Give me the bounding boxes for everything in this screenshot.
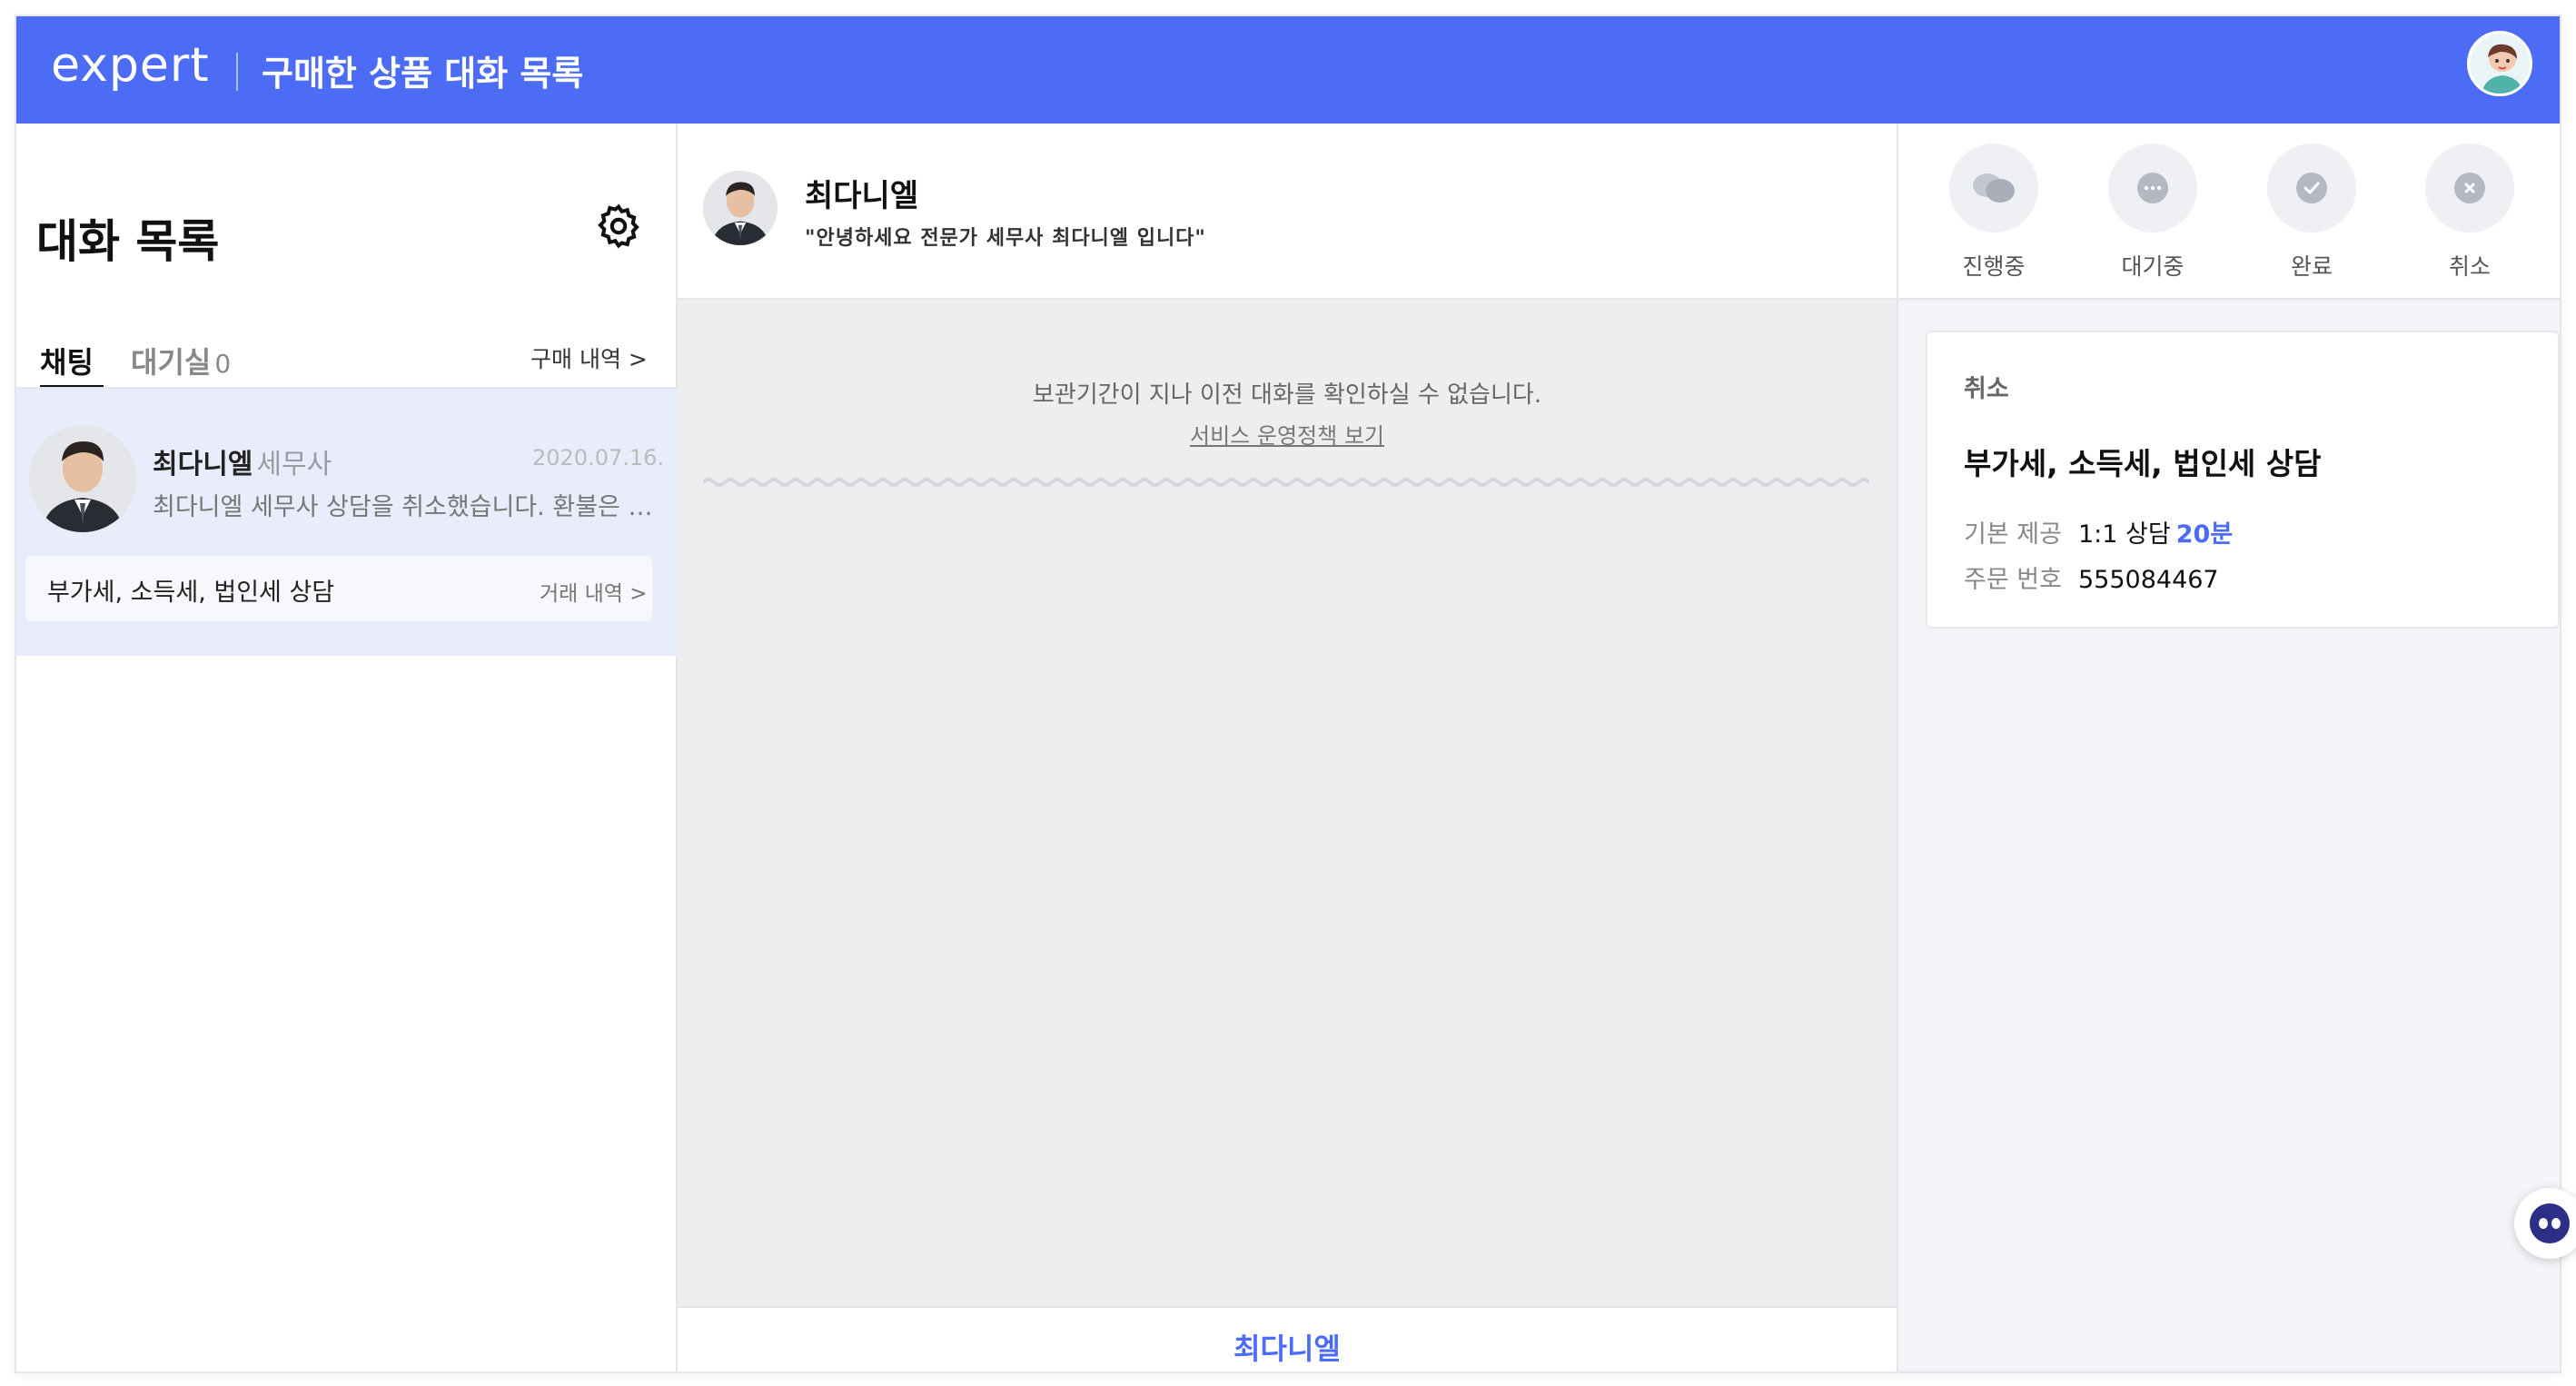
list-item[interactable]: 최다니엘 세무사 2020.07.16. 최다니엘 세무사 상담을 취소했습니다.… xyxy=(16,389,678,656)
top-header: expert 구매한 상품 대화 목록 xyxy=(16,16,2560,124)
expert-name: 최다니엘 세무사 xyxy=(153,441,332,481)
status-ongoing-label: 진행중 xyxy=(1962,253,2026,280)
status-cancel[interactable]: 취소 xyxy=(2411,144,2529,282)
check-icon xyxy=(2267,144,2356,233)
basic-offer-label: 기본 제공 xyxy=(1964,520,2062,549)
conversation-list-title: 대화 목록 xyxy=(36,215,220,268)
user-avatar[interactable] xyxy=(2467,31,2532,96)
page-title: 구매한 상품 대화 목록 xyxy=(262,54,584,94)
avatar xyxy=(29,425,136,532)
header-divider xyxy=(236,53,238,91)
waiting-count: 0 xyxy=(214,349,232,379)
chatbot-icon[interactable] xyxy=(2514,1188,2576,1259)
status-steps: 진행중 대기중 완료 취소 xyxy=(1898,124,2560,300)
status-ongoing[interactable]: 진행중 xyxy=(1935,144,2053,282)
wavy-divider xyxy=(703,478,1869,487)
user-avatar-icon xyxy=(2470,34,2530,94)
chat-bubbles-icon xyxy=(1949,144,2038,233)
status-done-label: 완료 xyxy=(2290,253,2333,280)
expert-role: 세무사 xyxy=(256,449,332,480)
chat-preview: 최다니엘 세무사 상담을 취소했습니다. 환불은 결제... xyxy=(153,493,661,521)
app-frame: expert 구매한 상품 대화 목록 대화 목록 채팅 대기실 0 구매 내역… xyxy=(15,15,2561,1373)
order-product-title: 부가세, 소득세, 법인세 상담 xyxy=(1964,446,2322,481)
order-number-value: 555084467 xyxy=(2078,566,2219,594)
conversation-tabs: 채팅 대기실 0 구매 내역 > xyxy=(16,331,678,391)
status-done[interactable]: 완료 xyxy=(2253,144,2371,282)
chat-expert-intro: "안녕하세요 전문가 세무사 최다니엘 입니다" xyxy=(805,227,1206,250)
ellipsis-icon xyxy=(2108,144,2197,233)
expert-name-text: 최다니엘 xyxy=(153,449,253,480)
chat-header: 최다니엘 "안녕하세요 전문가 세무사 최다니엘 입니다" xyxy=(678,124,1897,300)
person-avatar-icon xyxy=(29,425,136,532)
order-number-row: 주문 번호 555084467 xyxy=(1964,559,2219,595)
tab-chat[interactable]: 채팅 xyxy=(40,340,94,381)
product-box[interactable]: 부가세, 소득세, 법인세 상담 거래 내역 > xyxy=(25,556,652,621)
chat-panel: 최다니엘 "안녕하세요 전문가 세무사 최다니엘 입니다" 보관기간이 지나 이… xyxy=(678,124,1897,1371)
order-status: 취소 xyxy=(1964,375,2009,403)
tab-waiting-label: 대기실 xyxy=(131,345,212,380)
expert-logo[interactable]: expert xyxy=(51,38,210,93)
x-icon xyxy=(2425,144,2514,233)
gear-icon[interactable] xyxy=(594,202,643,251)
purchase-history-link[interactable]: 구매 내역 > xyxy=(530,342,648,374)
service-policy-link[interactable]: 서비스 운영정책 보기 xyxy=(678,418,1897,450)
status-cancel-label: 취소 xyxy=(2448,253,2491,280)
basic-offer-time: 20분 xyxy=(2175,520,2234,549)
order-status-panel: 진행중 대기중 완료 취소 취소 부가세, 소득세, 법인세 상담 기본 제공 … xyxy=(1897,124,2560,1371)
chat-footer: 최다니엘 xyxy=(678,1306,1897,1371)
tab-waiting-room[interactable]: 대기실 0 xyxy=(131,340,231,381)
trade-history-link[interactable]: 거래 내역 > xyxy=(540,576,648,607)
status-waiting-label: 대기중 xyxy=(2121,253,2185,280)
chat-expert-name: 최다니엘 xyxy=(805,178,919,214)
product-name: 부가세, 소득세, 법인세 상담 xyxy=(47,579,335,607)
status-waiting[interactable]: 대기중 xyxy=(2094,144,2212,282)
person-avatar-icon xyxy=(703,171,778,245)
order-card: 취소 부가세, 소득세, 법인세 상담 기본 제공 1:1 상담 20분 주문 번호… xyxy=(1926,331,2560,629)
basic-offer-row: 기본 제공 1:1 상담 20분 xyxy=(1964,514,2233,549)
order-number-label: 주문 번호 xyxy=(1964,566,2062,594)
conversation-list-panel: 대화 목록 채팅 대기실 0 구매 내역 > 최다니엘 세무사 2020.07.… xyxy=(16,124,678,1371)
chat-date: 2020.07.16. xyxy=(532,445,665,470)
avatar[interactable] xyxy=(703,171,778,245)
retention-notice: 보관기간이 지나 이전 대화를 확인하실 수 없습니다. xyxy=(1032,381,1542,409)
basic-offer-value: 1:1 상담 xyxy=(2078,520,2171,549)
footer-expert-name[interactable]: 최다니엘 xyxy=(678,1326,1897,1368)
